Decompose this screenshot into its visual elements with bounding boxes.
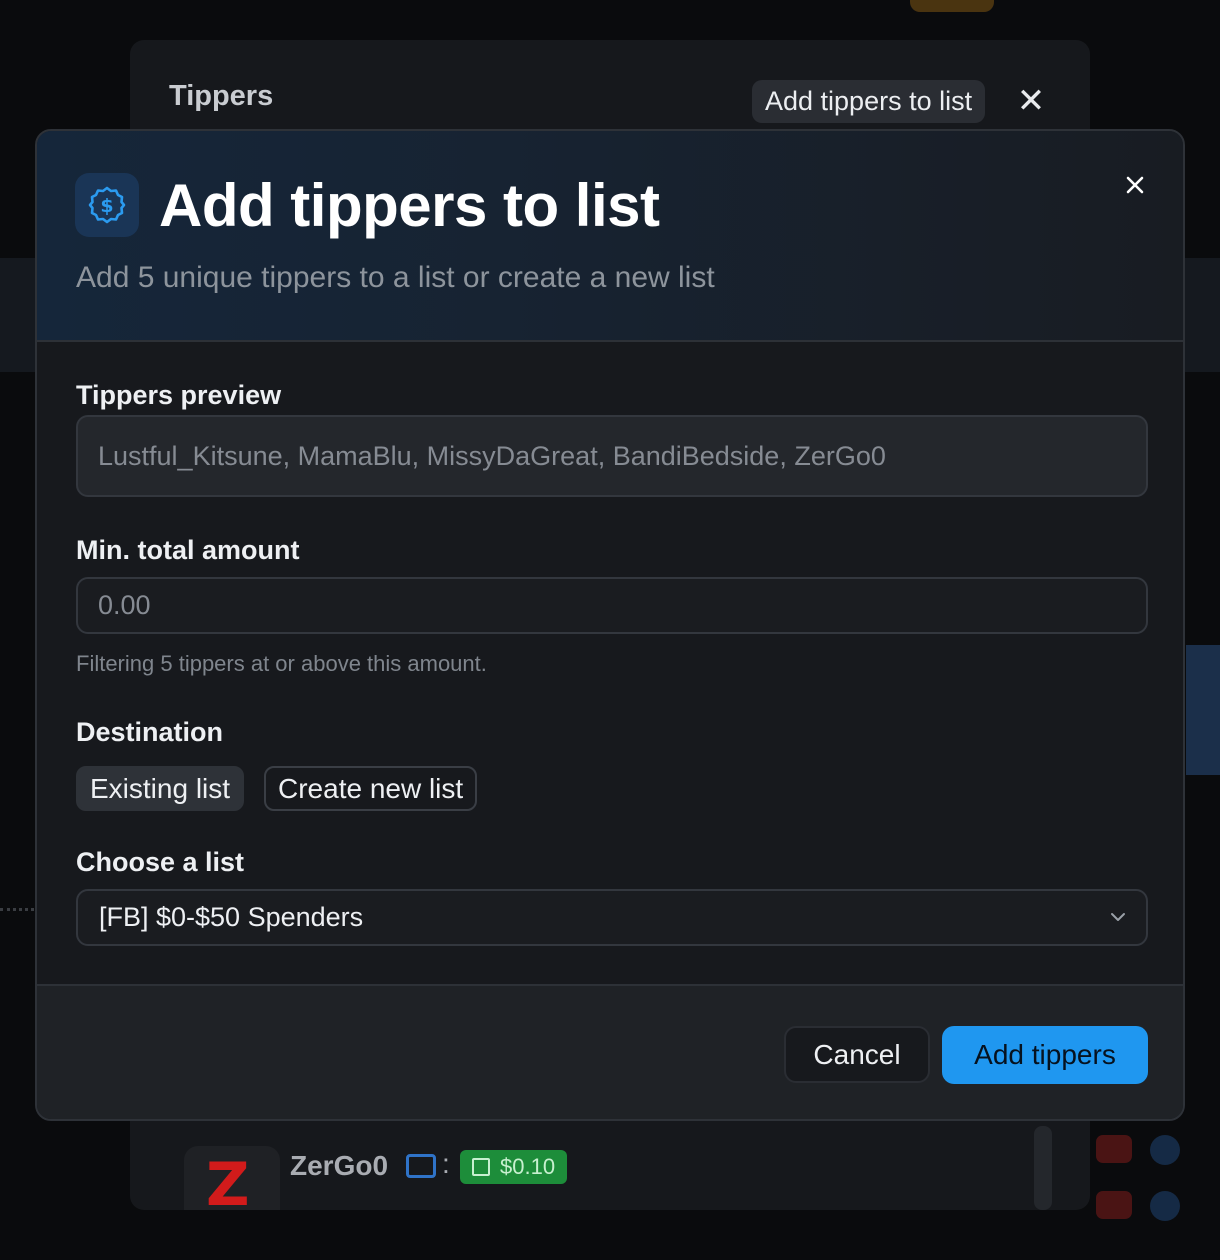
background-camera-icon: [1096, 1135, 1132, 1163]
tippers-title: Tippers: [169, 80, 274, 112]
add-tippers-to-list-button[interactable]: Add tippers to list: [752, 80, 986, 123]
dollar-circle-icon: $: [75, 173, 139, 237]
avatar: Z: [184, 1146, 280, 1210]
create-new-list-option[interactable]: Create new list: [264, 766, 478, 811]
modal-header: $ Add tippers to list Add 5 unique tippe…: [37, 131, 1183, 342]
tippers-preview-label: Tippers preview: [76, 380, 282, 410]
separator: :: [442, 1148, 450, 1179]
avatar-letter: Z: [206, 1150, 250, 1210]
tippers-preview-field: Lustful_Kitsune, MamaBlu, MissyDaGreat, …: [76, 415, 1148, 497]
min-amount-input[interactable]: 0.00: [76, 577, 1148, 634]
tipper-row[interactable]: Z ZerGo0 : $0.10: [184, 1146, 1004, 1210]
list-select[interactable]: [FB] $0-$50 Spenders: [76, 889, 1148, 946]
modal-title: Add tippers to list: [159, 172, 660, 239]
cancel-button[interactable]: Cancel: [784, 1026, 930, 1083]
min-amount-helper: Filtering 5 tippers at or above this amo…: [76, 651, 487, 676]
list-select-value: [FB] $0-$50 Spenders: [99, 902, 364, 932]
modal-footer: Cancel Add tippers: [37, 984, 1183, 1119]
background-verified-icon: [1150, 1135, 1180, 1165]
tip-amount-badge: $0.10: [460, 1150, 568, 1184]
tip-amount: $0.10: [500, 1154, 556, 1179]
min-amount-label: Min. total amount: [76, 535, 300, 565]
existing-list-option[interactable]: Existing list: [76, 766, 245, 811]
svg-text:$: $: [100, 195, 113, 217]
modal-subtitle: Add 5 unique tippers to a list or create…: [76, 261, 715, 294]
add-tippers-modal: $ Add tippers to list Add 5 unique tippe…: [35, 129, 1185, 1121]
app-page: Tippers Add tippers to list ✕ Z ZerGo0 :…: [0, 0, 1220, 1260]
tipper-name: ZerGo0: [290, 1150, 389, 1181]
close-icon[interactable]: ✕: [1016, 84, 1046, 118]
destination-label: Destination: [76, 717, 224, 747]
gift-icon: [472, 1158, 490, 1176]
choose-list-label: Choose a list: [76, 847, 245, 877]
background-verified-icon: [1150, 1191, 1180, 1221]
background-divider: [0, 908, 34, 911]
scrollbar[interactable]: [1034, 1126, 1052, 1210]
background-camera-icon: [1096, 1191, 1132, 1219]
background-badge: [910, 0, 994, 12]
chevron-down-icon: [1111, 913, 1125, 921]
note-icon[interactable]: [406, 1154, 436, 1178]
background-panel: [1186, 645, 1220, 775]
close-icon[interactable]: [1117, 167, 1153, 203]
add-tippers-button[interactable]: Add tippers: [942, 1026, 1148, 1084]
